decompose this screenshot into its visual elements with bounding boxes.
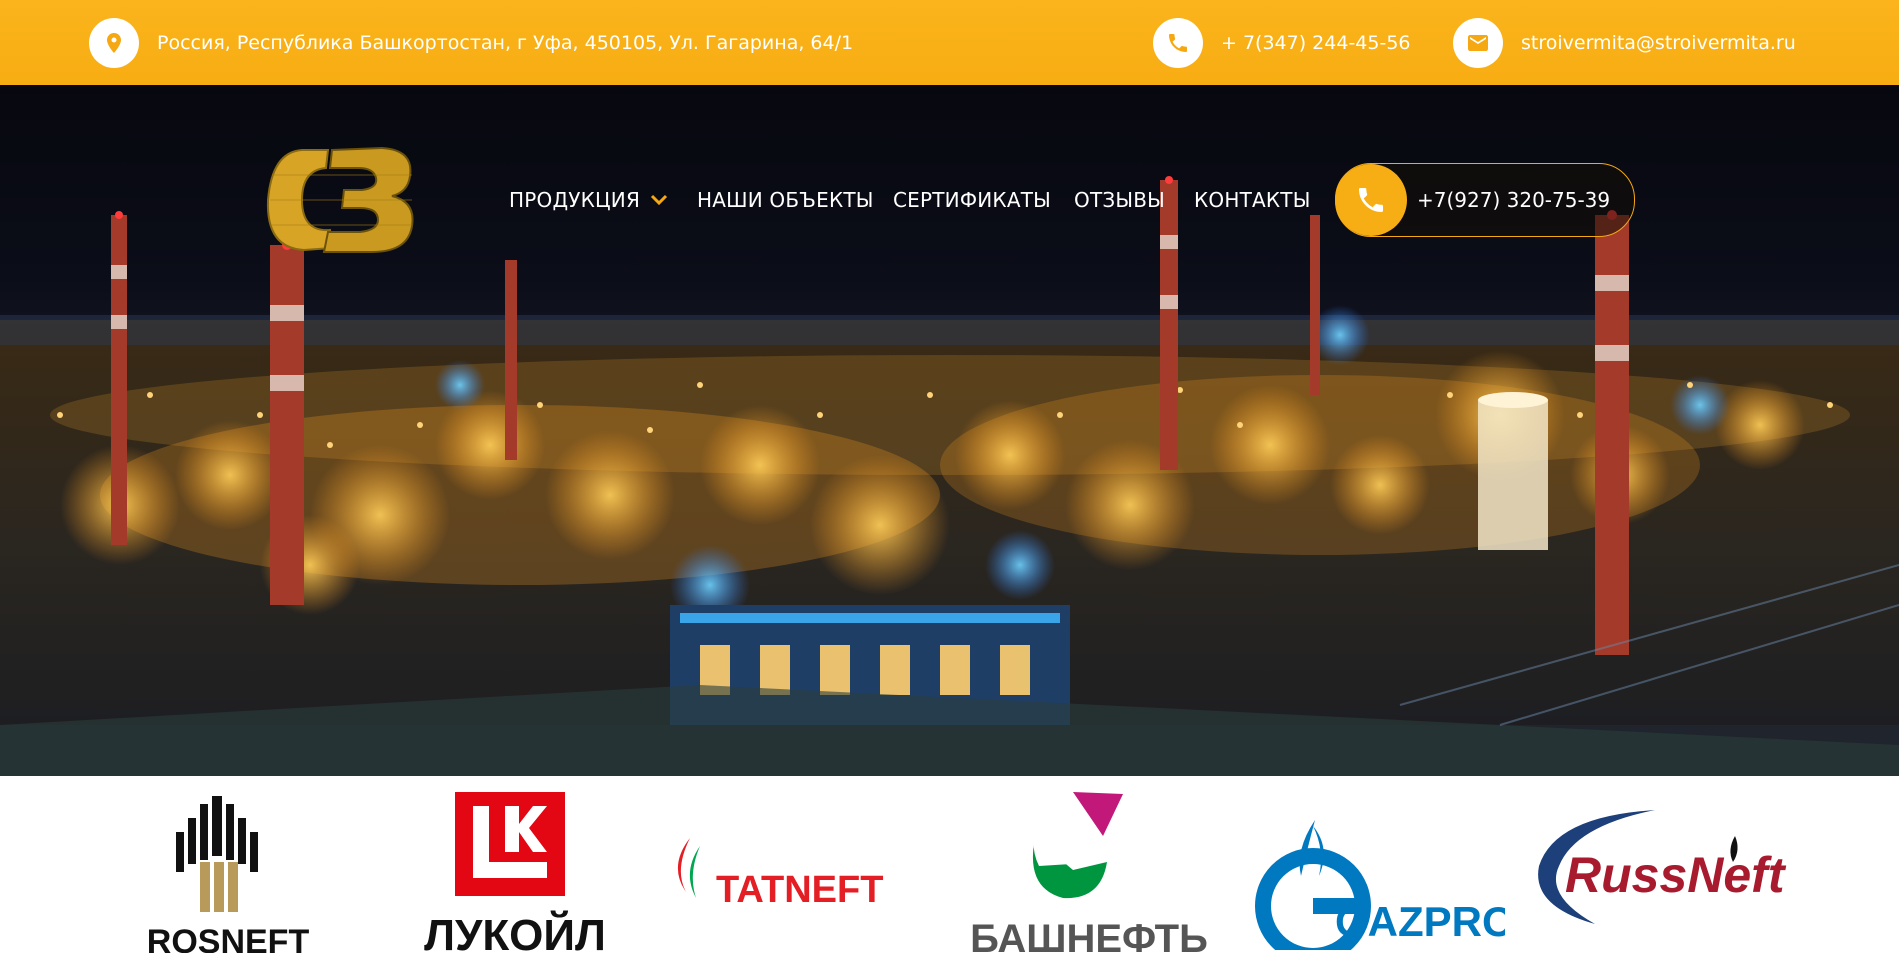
email-block[interactable]: stroivermita@stroivermita.ru	[1453, 0, 1796, 85]
partner-logo-russneft: RussNeft	[1538, 810, 1787, 924]
address-text: Россия, Республика Башкортостан, г Уфа, …	[157, 31, 854, 54]
phone-icon	[1335, 164, 1407, 236]
chevron-down-icon	[650, 194, 668, 206]
nav-certificates[interactable]: СЕРТИФИКАТЫ	[893, 175, 1051, 225]
nav-products[interactable]: ПРОДУКЦИЯ	[509, 175, 668, 225]
nav-reviews-label: ОТЗЫВЫ	[1074, 188, 1165, 212]
nav-our-objects-label: НАШИ ОБЪЕКТЫ	[697, 188, 874, 212]
bashneft-wordmark: БАШНЕФТЬ	[970, 917, 1208, 953]
top-contact-bar: Россия, Республика Башкортостан, г Уфа, …	[0, 0, 1899, 85]
partner-logo-gazprom: GAZPROM	[1255, 820, 1505, 950]
hero-banner: ПРОДУКЦИЯ НАШИ ОБЪЕКТЫ СЕРТИФИКАТЫ ОТЗЫВ…	[0, 85, 1899, 776]
phone-icon	[1153, 17, 1203, 68]
email-link[interactable]: stroivermita@stroivermita.ru	[1521, 32, 1796, 54]
lukoil-wordmark: ЛУКОЙЛ	[424, 909, 606, 953]
nav-contacts[interactable]: КОНТАКТЫ	[1194, 175, 1311, 225]
call-button[interactable]: +7(927) 320-75-39	[1335, 163, 1635, 237]
mail-icon	[1453, 17, 1503, 68]
partner-logo-tatneft: TATNEFT	[677, 838, 883, 911]
nav-reviews[interactable]: ОТЗЫВЫ	[1074, 175, 1165, 225]
nav-products-label: ПРОДУКЦИЯ	[509, 188, 641, 212]
phone-link[interactable]: + 7(347) 244-45-56	[1221, 32, 1411, 54]
gazprom-wordmark: GAZPROM	[1335, 898, 1505, 945]
partner-logo-rosneft: ROSNEFT	[147, 796, 310, 953]
map-pin-icon	[89, 17, 139, 68]
partners-strip: ROSNEFT ЛУКОЙЛ TATNEFT БАШНЕФТЬ GAZPROM …	[0, 776, 1899, 953]
address-block: Россия, Республика Башкортостан, г Уфа, …	[89, 0, 853, 85]
nav-our-objects[interactable]: НАШИ ОБЪЕКТЫ	[697, 175, 874, 225]
nav-contacts-label: КОНТАКТЫ	[1194, 188, 1311, 212]
partner-logo-bashneft: БАШНЕФТЬ	[970, 792, 1208, 953]
tatneft-wordmark: TATNEFT	[716, 869, 883, 911]
rosneft-wordmark: ROSNEFT	[147, 923, 310, 953]
call-number: +7(927) 320-75-39	[1417, 188, 1611, 212]
partner-logo-lukoil: ЛУКОЙЛ	[424, 792, 606, 953]
phone-block[interactable]: + 7(347) 244-45-56	[1153, 0, 1411, 85]
russneft-wordmark: RussNeft	[1565, 847, 1787, 903]
nav-certificates-label: СЕРТИФИКАТЫ	[893, 188, 1051, 212]
